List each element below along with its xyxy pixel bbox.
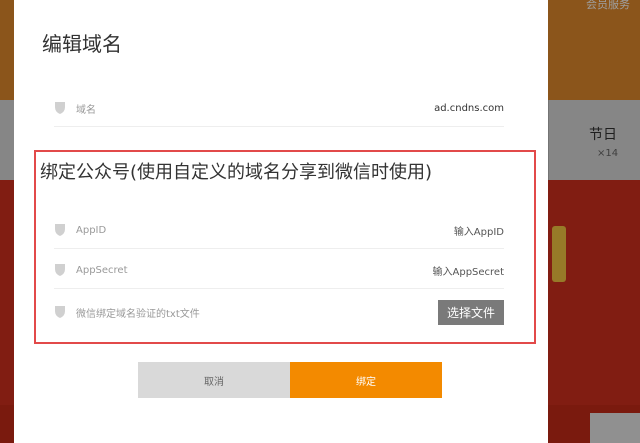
cancel-button[interactable]: 取消 <box>138 362 290 398</box>
verify-file-row: 微信绑定域名验证的txt文件 选择文件 <box>54 294 504 330</box>
appid-row: AppID 输入AppID <box>54 212 504 249</box>
verify-file-label: 微信绑定域名验证的txt文件 <box>76 308 200 320</box>
modal-title: 编辑域名 <box>42 32 122 56</box>
appsecret-input[interactable]: 输入AppSecret <box>433 263 505 278</box>
appsecret-row: AppSecret 输入AppSecret <box>54 252 504 289</box>
domain-row: 域名 ad.cndns.com <box>54 90 504 127</box>
appsecret-label: AppSecret <box>76 264 128 276</box>
domain-label: 域名 <box>76 104 96 116</box>
bind-section-title: 绑定公众号(使用自定义的域名分享到微信时使用) <box>40 162 433 183</box>
shield-icon <box>54 263 68 277</box>
bind-button[interactable]: 绑定 <box>290 362 442 398</box>
domain-input[interactable]: ad.cndns.com <box>434 103 504 114</box>
appid-input[interactable]: 输入AppID <box>454 223 504 238</box>
edit-domain-modal: 编辑域名 域名 ad.cndns.com 绑定公众号(使用自定义的域名分享到微信… <box>14 0 548 443</box>
shield-icon <box>54 101 68 115</box>
appid-label: AppID <box>76 224 107 236</box>
shield-icon <box>54 223 68 237</box>
shield-icon <box>54 305 68 319</box>
choose-file-button[interactable]: 选择文件 <box>437 299 504 325</box>
